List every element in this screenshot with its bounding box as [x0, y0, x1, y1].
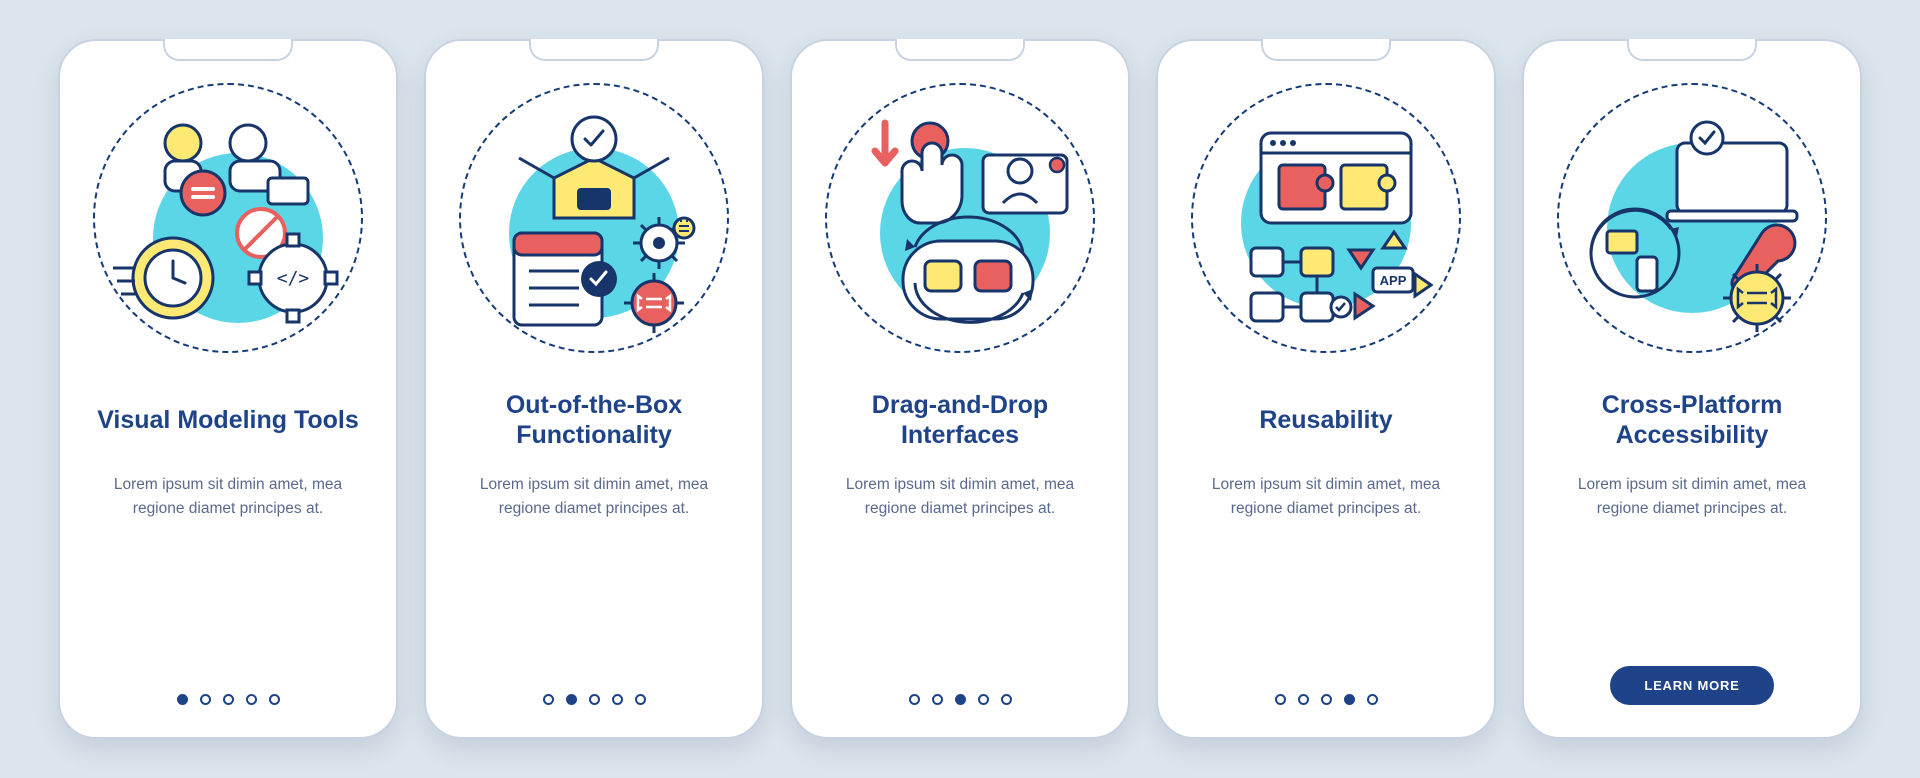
pagination-dot[interactable]: [1275, 694, 1286, 705]
pagination-dot[interactable]: [932, 694, 943, 705]
pagination-dot[interactable]: [909, 694, 920, 705]
cross-platform-icon: [1557, 83, 1827, 353]
phone-notch: [1627, 39, 1757, 61]
pagination-dot[interactable]: [177, 694, 188, 705]
onboarding-card: Drag-and-Drop Interfaces Lorem ipsum sit…: [790, 39, 1130, 739]
onboarding-card: Cross-Platform Accessibility Lorem ipsum…: [1522, 39, 1862, 739]
pagination-dot[interactable]: [1367, 694, 1378, 705]
out-of-the-box-icon: [459, 83, 729, 353]
pagination-dots: [177, 694, 280, 705]
phone-notch: [895, 39, 1025, 61]
svg-text:</>: </>: [277, 268, 310, 289]
phone-notch: [1261, 39, 1391, 61]
onboarding-card: APP Reusability Lorem ipsum sit dimin am…: [1156, 39, 1496, 739]
pagination-dot[interactable]: [269, 694, 280, 705]
pagination-dot[interactable]: [955, 694, 966, 705]
card-description: Lorem ipsum sit dimin amet, mea regione …: [1548, 473, 1836, 521]
phone-notch: [529, 39, 659, 61]
pagination-dot[interactable]: [589, 694, 600, 705]
card-description: Lorem ipsum sit dimin amet, mea regione …: [84, 473, 372, 521]
card-title: Reusability: [1259, 389, 1392, 451]
card-description: Lorem ipsum sit dimin amet, mea regione …: [816, 473, 1104, 521]
card-title: Out-of-the-Box Functionality: [450, 389, 738, 451]
pagination-dot[interactable]: [1344, 694, 1355, 705]
learn-more-button[interactable]: LEARN MORE: [1610, 666, 1773, 705]
pagination-dot[interactable]: [635, 694, 646, 705]
onboarding-card: Out-of-the-Box Functionality Lorem ipsum…: [424, 39, 764, 739]
pagination-dots: [909, 694, 1012, 705]
pagination-dot[interactable]: [223, 694, 234, 705]
pagination-dots: [1275, 694, 1378, 705]
reusability-icon: APP: [1191, 83, 1461, 353]
card-description: Lorem ipsum sit dimin amet, mea regione …: [450, 473, 738, 521]
onboarding-card: </> Visual Modeling Tools Lorem ipsum si…: [58, 39, 398, 739]
pagination-dot[interactable]: [200, 694, 211, 705]
pagination-dot[interactable]: [246, 694, 257, 705]
card-title: Drag-and-Drop Interfaces: [816, 389, 1104, 451]
pagination-dot[interactable]: [978, 694, 989, 705]
card-title: Visual Modeling Tools: [97, 389, 359, 451]
pagination-dot[interactable]: [566, 694, 577, 705]
visual-modeling-icon: </>: [93, 83, 363, 353]
pagination-dot[interactable]: [543, 694, 554, 705]
pagination-dot[interactable]: [1298, 694, 1309, 705]
card-title: Cross-Platform Accessibility: [1548, 389, 1836, 451]
card-description: Lorem ipsum sit dimin amet, mea regione …: [1182, 473, 1470, 521]
pagination-dot[interactable]: [1321, 694, 1332, 705]
svg-text:APP: APP: [1380, 273, 1407, 288]
drag-and-drop-icon: [825, 83, 1095, 353]
pagination-dots: [543, 694, 646, 705]
onboarding-carousel: </> Visual Modeling Tools Lorem ipsum si…: [0, 9, 1920, 769]
phone-notch: [163, 39, 293, 61]
pagination-dot[interactable]: [1001, 694, 1012, 705]
pagination-dot[interactable]: [612, 694, 623, 705]
